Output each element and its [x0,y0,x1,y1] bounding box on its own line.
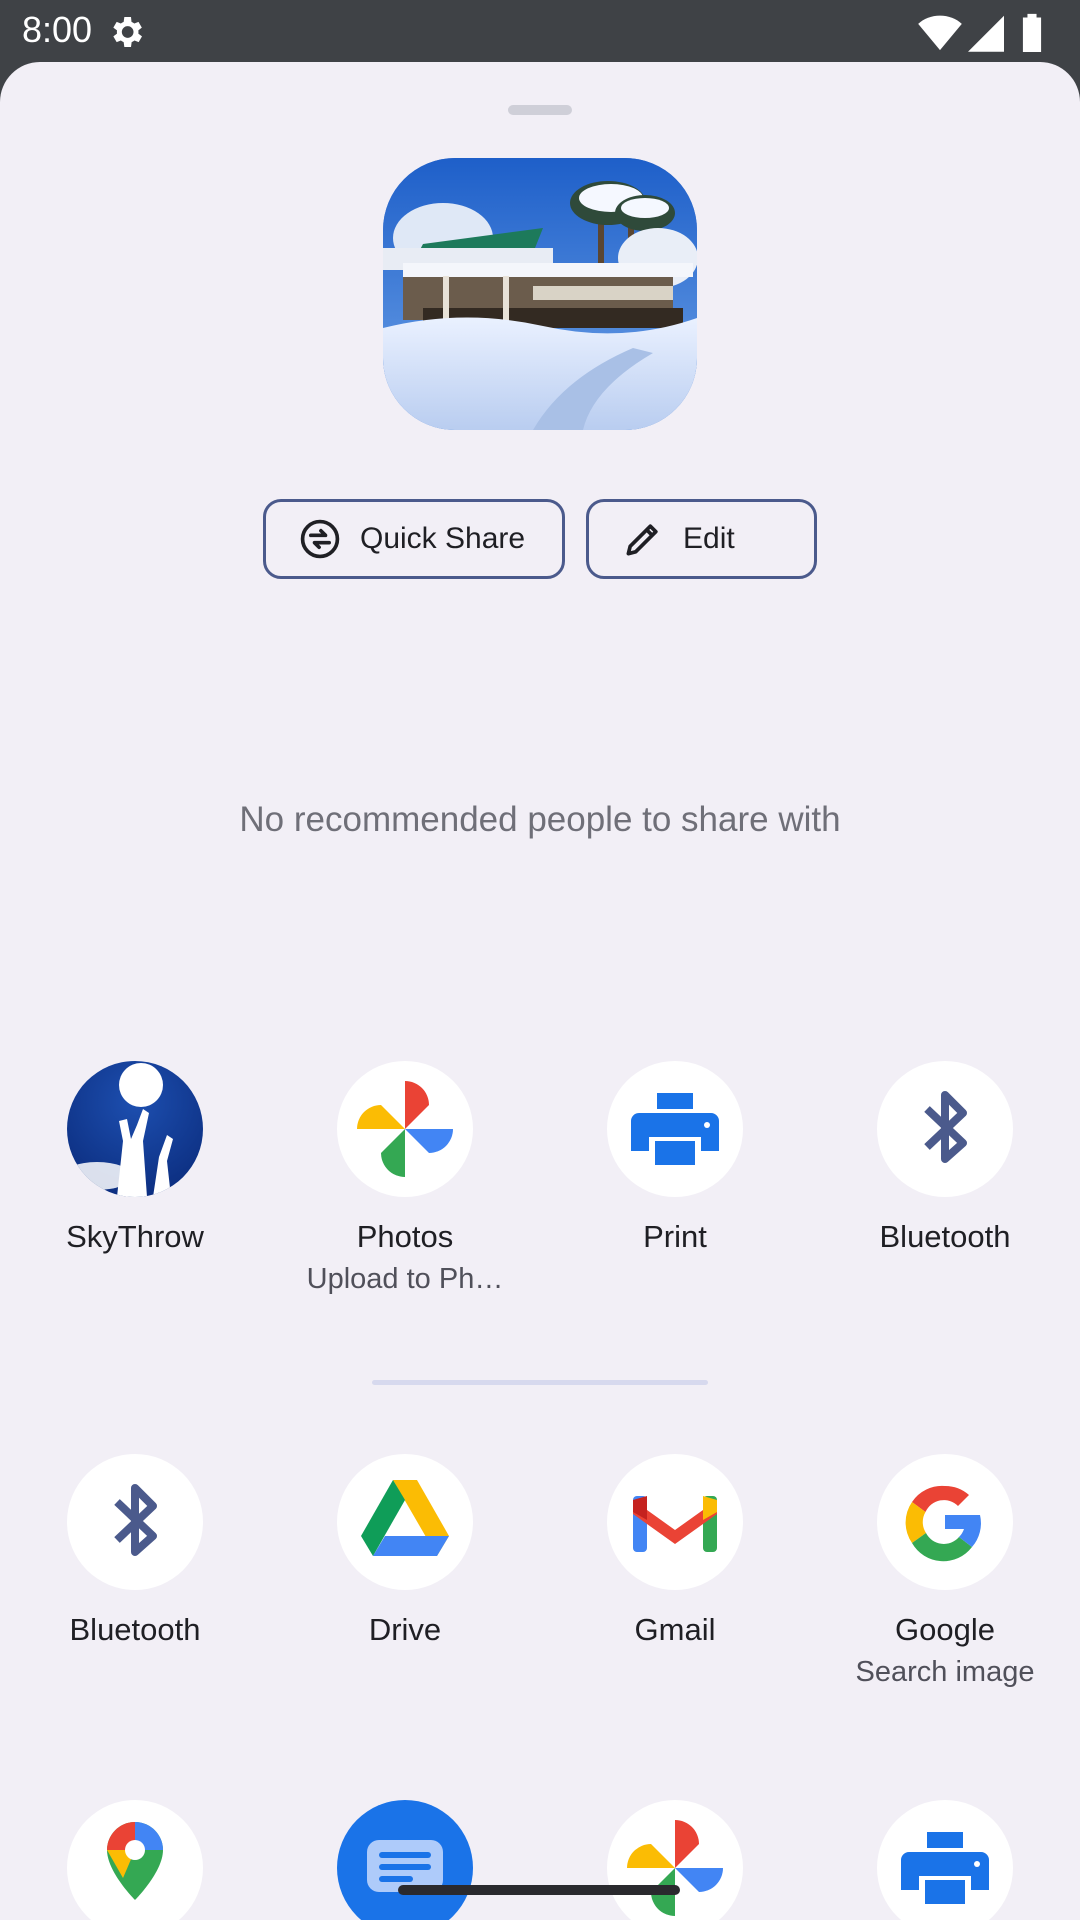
share-sheet: Quick Share Edit No recommended people t… [0,62,1080,1920]
screen: 8:00 Quick Share Edit No recommended peo… [0,0,1080,1920]
wifi-icon [918,15,962,51]
app-label: Bluetooth [69,1612,201,1647]
app-label: SkyThrow [66,1219,204,1254]
google-icon [877,1454,1013,1590]
pencil-icon [621,517,665,561]
battery-icon [1022,13,1042,52]
app-label: Photos [356,1219,454,1254]
quick-share-label: Quick Share [360,522,526,555]
drive-icon [337,1454,473,1590]
app-label: Drive [368,1612,442,1647]
gmail-icon [607,1454,743,1590]
bluetooth-icon [877,1061,1013,1197]
skythrow-icon [67,1061,203,1197]
app-sublabel: Search image [855,1656,1035,1688]
app-label: Bluetooth [879,1219,1011,1254]
quick-share-icon [298,517,342,561]
image-preview [383,158,697,430]
gesture-nav-handle[interactable] [398,1885,680,1895]
quick-share-button[interactable]: Quick Share [263,499,565,579]
status-bar: 8:00 [0,0,1080,62]
maps-icon [67,1800,203,1920]
app-sublabel: Upload to Ph… [306,1263,504,1295]
edit-button[interactable]: Edit [586,499,817,579]
edit-label: Edit [683,522,735,555]
printer-icon [877,1800,1013,1920]
app-label: Print [643,1219,707,1254]
section-divider [372,1380,708,1385]
gear-icon [106,12,146,52]
app-label: Google [895,1612,995,1647]
drag-handle[interactable] [508,105,572,115]
bluetooth-icon [67,1454,203,1590]
status-time: 8:00 [22,9,93,50]
messages-icon [337,1800,473,1920]
cell-signal-icon [968,15,1004,52]
printer-icon [607,1061,743,1197]
no-people-message: No recommended people to share with [239,800,841,839]
app-label: Gmail [634,1612,716,1647]
photos-icon [607,1800,743,1920]
status-icons [918,12,1058,52]
photos-icon [337,1061,473,1197]
